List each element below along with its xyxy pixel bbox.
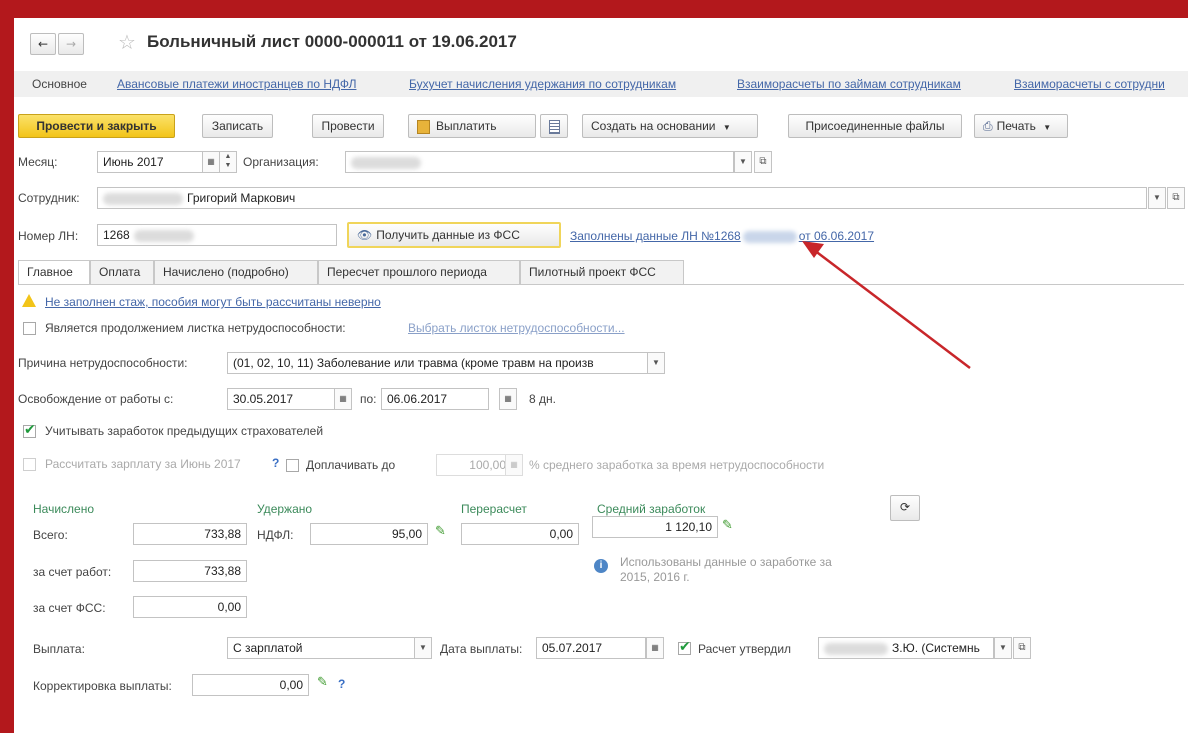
document-window: ← → ☆ Больничный лист 0000-000011 от 19.… bbox=[14, 18, 1188, 733]
arrow-line bbox=[813, 249, 971, 369]
annotation-arrow bbox=[802, 241, 971, 369]
